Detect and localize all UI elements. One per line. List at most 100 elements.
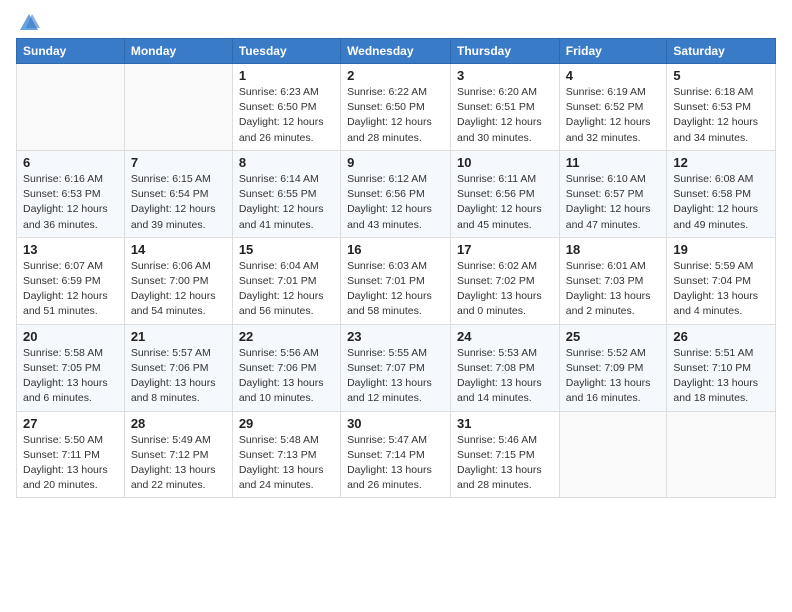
day-number: 17 [457,242,553,257]
day-number: 28 [131,416,226,431]
day-info: Sunrise: 6:18 AM Sunset: 6:53 PM Dayligh… [673,85,769,146]
page: SundayMondayTuesdayWednesdayThursdayFrid… [0,0,792,506]
day-cell: 28 Sunrise: 5:49 AM Sunset: 7:12 PM Dayli… [124,411,232,498]
day-info: Sunrise: 5:50 AM Sunset: 7:11 PM Dayligh… [23,433,118,494]
day-info: Sunrise: 6:07 AM Sunset: 6:59 PM Dayligh… [23,259,118,320]
day-cell [559,411,667,498]
day-info: Sunrise: 5:57 AM Sunset: 7:06 PM Dayligh… [131,346,226,407]
day-number: 20 [23,329,118,344]
day-cell: 18 Sunrise: 6:01 AM Sunset: 7:03 PM Dayli… [559,237,667,324]
week-row-1: 1Sunrise: 6:23 AM Sunset: 6:50 PM Daylig… [17,64,776,151]
logo-icon [18,12,40,34]
day-cell: 5 Sunrise: 6:18 AM Sunset: 6:53 PM Daylig… [667,64,776,151]
day-info: Sunrise: 6:11 AM Sunset: 6:56 PM Dayligh… [457,172,553,233]
day-cell: 15Sunrise: 6:04 AM Sunset: 7:01 PM Dayli… [232,237,340,324]
day-cell: 26 Sunrise: 5:51 AM Sunset: 7:10 PM Dayli… [667,324,776,411]
day-info: Sunrise: 6:06 AM Sunset: 7:00 PM Dayligh… [131,259,226,320]
day-cell: 20 Sunrise: 5:58 AM Sunset: 7:05 PM Dayli… [17,324,125,411]
day-number: 2 [347,68,444,83]
day-cell: 29 Sunrise: 5:48 AM Sunset: 7:13 PM Dayli… [232,411,340,498]
day-cell: 6 Sunrise: 6:16 AM Sunset: 6:53 PM Daylig… [17,150,125,237]
day-info: Sunrise: 5:47 AM Sunset: 7:14 PM Dayligh… [347,433,444,494]
col-header-wednesday: Wednesday [341,39,451,64]
day-number: 12 [673,155,769,170]
day-info: Sunrise: 6:10 AM Sunset: 6:57 PM Dayligh… [566,172,661,233]
day-info: Sunrise: 5:51 AM Sunset: 7:10 PM Dayligh… [673,346,769,407]
day-cell: 3 Sunrise: 6:20 AM Sunset: 6:51 PM Daylig… [451,64,560,151]
day-cell: 19 Sunrise: 5:59 AM Sunset: 7:04 PM Dayli… [667,237,776,324]
day-number: 6 [23,155,118,170]
day-number: 22 [239,329,334,344]
day-cell: 16 Sunrise: 6:03 AM Sunset: 7:01 PM Dayli… [341,237,451,324]
day-info: Sunrise: 6:23 AM Sunset: 6:50 PM Dayligh… [239,85,334,146]
day-cell: 11Sunrise: 6:10 AM Sunset: 6:57 PM Dayli… [559,150,667,237]
day-info: Sunrise: 6:15 AM Sunset: 6:54 PM Dayligh… [131,172,226,233]
day-number: 9 [347,155,444,170]
day-number: 24 [457,329,553,344]
day-cell: 4Sunrise: 6:19 AM Sunset: 6:52 PM Daylig… [559,64,667,151]
day-info: Sunrise: 6:16 AM Sunset: 6:53 PM Dayligh… [23,172,118,233]
day-number: 13 [23,242,118,257]
day-number: 19 [673,242,769,257]
week-row-4: 20 Sunrise: 5:58 AM Sunset: 7:05 PM Dayli… [17,324,776,411]
day-number: 30 [347,416,444,431]
day-info: Sunrise: 6:12 AM Sunset: 6:56 PM Dayligh… [347,172,444,233]
day-number: 4 [566,68,661,83]
day-number: 23 [347,329,444,344]
day-cell: 1Sunrise: 6:23 AM Sunset: 6:50 PM Daylig… [232,64,340,151]
day-info: Sunrise: 6:08 AM Sunset: 6:58 PM Dayligh… [673,172,769,233]
day-cell: 30 Sunrise: 5:47 AM Sunset: 7:14 PM Dayli… [341,411,451,498]
day-info: Sunrise: 6:04 AM Sunset: 7:01 PM Dayligh… [239,259,334,320]
col-header-tuesday: Tuesday [232,39,340,64]
col-header-thursday: Thursday [451,39,560,64]
day-number: 7 [131,155,226,170]
logo [16,12,40,34]
day-cell: 10Sunrise: 6:11 AM Sunset: 6:56 PM Dayli… [451,150,560,237]
day-cell: 14 Sunrise: 6:06 AM Sunset: 7:00 PM Dayli… [124,237,232,324]
day-info: Sunrise: 6:01 AM Sunset: 7:03 PM Dayligh… [566,259,661,320]
day-cell [17,64,125,151]
day-cell: 13 Sunrise: 6:07 AM Sunset: 6:59 PM Dayli… [17,237,125,324]
day-number: 18 [566,242,661,257]
day-info: Sunrise: 5:46 AM Sunset: 7:15 PM Dayligh… [457,433,553,494]
day-cell: 25 Sunrise: 5:52 AM Sunset: 7:09 PM Dayli… [559,324,667,411]
day-cell [667,411,776,498]
day-cell: 8 Sunrise: 6:14 AM Sunset: 6:55 PM Daylig… [232,150,340,237]
day-cell: 7 Sunrise: 6:15 AM Sunset: 6:54 PM Daylig… [124,150,232,237]
week-row-3: 13 Sunrise: 6:07 AM Sunset: 6:59 PM Dayli… [17,237,776,324]
day-info: Sunrise: 5:48 AM Sunset: 7:13 PM Dayligh… [239,433,334,494]
day-number: 27 [23,416,118,431]
day-info: Sunrise: 5:58 AM Sunset: 7:05 PM Dayligh… [23,346,118,407]
calendar-table: SundayMondayTuesdayWednesdayThursdayFrid… [16,38,776,498]
col-header-friday: Friday [559,39,667,64]
day-number: 21 [131,329,226,344]
day-number: 31 [457,416,553,431]
day-cell: 2 Sunrise: 6:22 AM Sunset: 6:50 PM Daylig… [341,64,451,151]
week-row-2: 6 Sunrise: 6:16 AM Sunset: 6:53 PM Daylig… [17,150,776,237]
day-info: Sunrise: 5:49 AM Sunset: 7:12 PM Dayligh… [131,433,226,494]
day-number: 16 [347,242,444,257]
day-info: Sunrise: 6:02 AM Sunset: 7:02 PM Dayligh… [457,259,553,320]
header [16,12,776,34]
day-info: Sunrise: 5:52 AM Sunset: 7:09 PM Dayligh… [566,346,661,407]
day-cell: 23Sunrise: 5:55 AM Sunset: 7:07 PM Dayli… [341,324,451,411]
day-number: 14 [131,242,226,257]
day-info: Sunrise: 5:56 AM Sunset: 7:06 PM Dayligh… [239,346,334,407]
day-info: Sunrise: 5:59 AM Sunset: 7:04 PM Dayligh… [673,259,769,320]
day-cell: 17 Sunrise: 6:02 AM Sunset: 7:02 PM Dayli… [451,237,560,324]
day-cell: 27 Sunrise: 5:50 AM Sunset: 7:11 PM Dayli… [17,411,125,498]
day-number: 25 [566,329,661,344]
day-number: 26 [673,329,769,344]
day-info: Sunrise: 6:14 AM Sunset: 6:55 PM Dayligh… [239,172,334,233]
day-cell: 21 Sunrise: 5:57 AM Sunset: 7:06 PM Dayli… [124,324,232,411]
day-number: 8 [239,155,334,170]
day-number: 29 [239,416,334,431]
day-info: Sunrise: 6:03 AM Sunset: 7:01 PM Dayligh… [347,259,444,320]
day-info: Sunrise: 6:20 AM Sunset: 6:51 PM Dayligh… [457,85,553,146]
day-number: 5 [673,68,769,83]
day-number: 3 [457,68,553,83]
day-info: Sunrise: 6:22 AM Sunset: 6:50 PM Dayligh… [347,85,444,146]
header-row: SundayMondayTuesdayWednesdayThursdayFrid… [17,39,776,64]
day-cell: 31 Sunrise: 5:46 AM Sunset: 7:15 PM Dayli… [451,411,560,498]
week-row-5: 27 Sunrise: 5:50 AM Sunset: 7:11 PM Dayli… [17,411,776,498]
